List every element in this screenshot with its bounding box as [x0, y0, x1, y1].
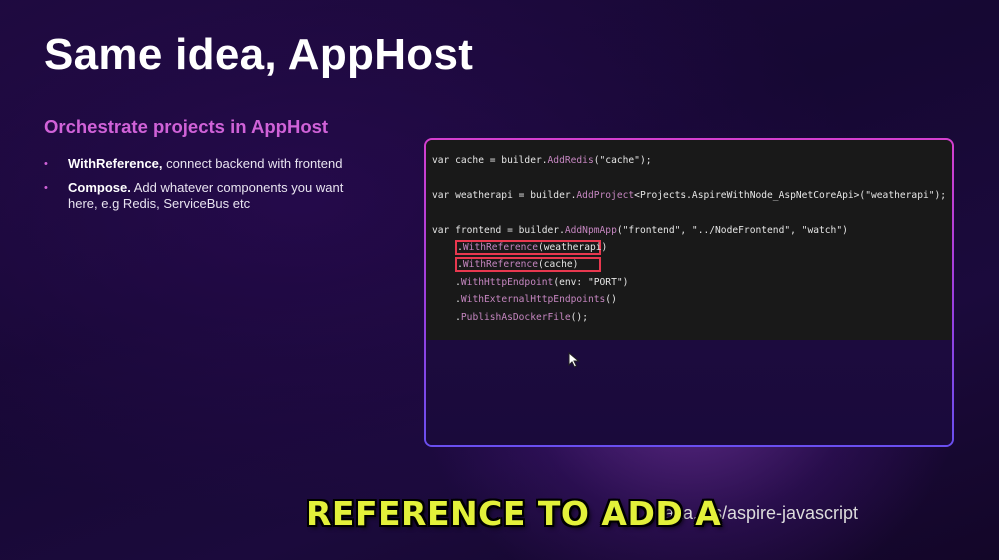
code-text: var weatherapi = builder.: [432, 189, 577, 201]
code-method: WithExternalHttpEndpoints: [460, 294, 606, 306]
code-text: .: [432, 276, 461, 288]
bullet-bold-term: Compose.: [68, 180, 131, 195]
code-text: <Projects.AspireWithNode_AspNetCoreApi>(…: [634, 189, 947, 201]
code-method: AddNpmApp: [564, 224, 617, 236]
code-text: (env: "PORT"): [553, 276, 629, 288]
code-method: AddRedis: [547, 155, 594, 166]
code-frame: var cache = builder.AddRedis("cache"); v…: [424, 138, 954, 447]
code-text: var cache = builder.: [432, 155, 548, 166]
code-line: .WithExternalHttpEndpoints(): [432, 291, 946, 308]
code-line: var frontend = builder.AddNpmApp("fronte…: [432, 222, 946, 239]
code-line: var weatherapi = builder.AddProject<Proj…: [432, 187, 946, 204]
bullet-item-withreference: • WithReference, connect backend with fr…: [44, 156, 344, 172]
code-line: .PublishAsDockerFile();: [432, 309, 946, 326]
code-frame-empty-area: [426, 340, 952, 445]
bullet-list: • WithReference, connect backend with fr…: [44, 156, 344, 220]
code-method: WithReference: [462, 259, 538, 271]
video-caption: REFERENCE TO ADD A: [306, 494, 722, 533]
slide-subtitle: Orchestrate projects in AppHost: [44, 116, 329, 137]
bullet-item-compose: • Compose. Add whatever components you w…: [44, 180, 344, 212]
highlight-box: .WithReference(weatherapi): [455, 239, 607, 255]
bullet-dot-icon: •: [44, 158, 48, 170]
code-method: WithReference: [462, 241, 538, 253]
code-text: (weatherapi): [537, 241, 608, 253]
code-text: (cache): [537, 259, 579, 271]
code-block: var cache = builder.AddRedis("cache"); v…: [432, 152, 946, 326]
code-line: .WithReference(cache): [432, 256, 946, 273]
code-method: AddProject: [576, 189, 635, 201]
highlight-box: .WithReference(cache): [455, 257, 602, 273]
code-method: PublishAsDockerFile: [460, 311, 571, 323]
code-line: .WithHttpEndpoint(env: "PORT"): [432, 274, 946, 291]
code-line: .WithReference(weatherapi): [432, 239, 946, 256]
code-text: ("cache");: [593, 155, 652, 166]
code-text: .: [432, 294, 461, 306]
bullet-text: connect backend with frontend: [162, 156, 343, 171]
code-line: var cache = builder.AddRedis("cache");: [432, 152, 946, 169]
code-text: ();: [570, 311, 588, 323]
code-text: var frontend = builder.: [432, 224, 565, 236]
bullet-dot-icon: •: [44, 182, 48, 194]
code-text: (): [605, 294, 617, 306]
slide-title: Same idea, AppHost: [44, 30, 474, 79]
bullet-bold-term: WithReference,: [68, 156, 163, 171]
code-panel: var cache = builder.AddRedis("cache"); v…: [426, 140, 952, 340]
code-text: .: [432, 311, 461, 323]
code-text: ("frontend", "../NodeFrontend", "watch"): [616, 224, 848, 236]
code-method: WithHttpEndpoint: [460, 276, 554, 288]
